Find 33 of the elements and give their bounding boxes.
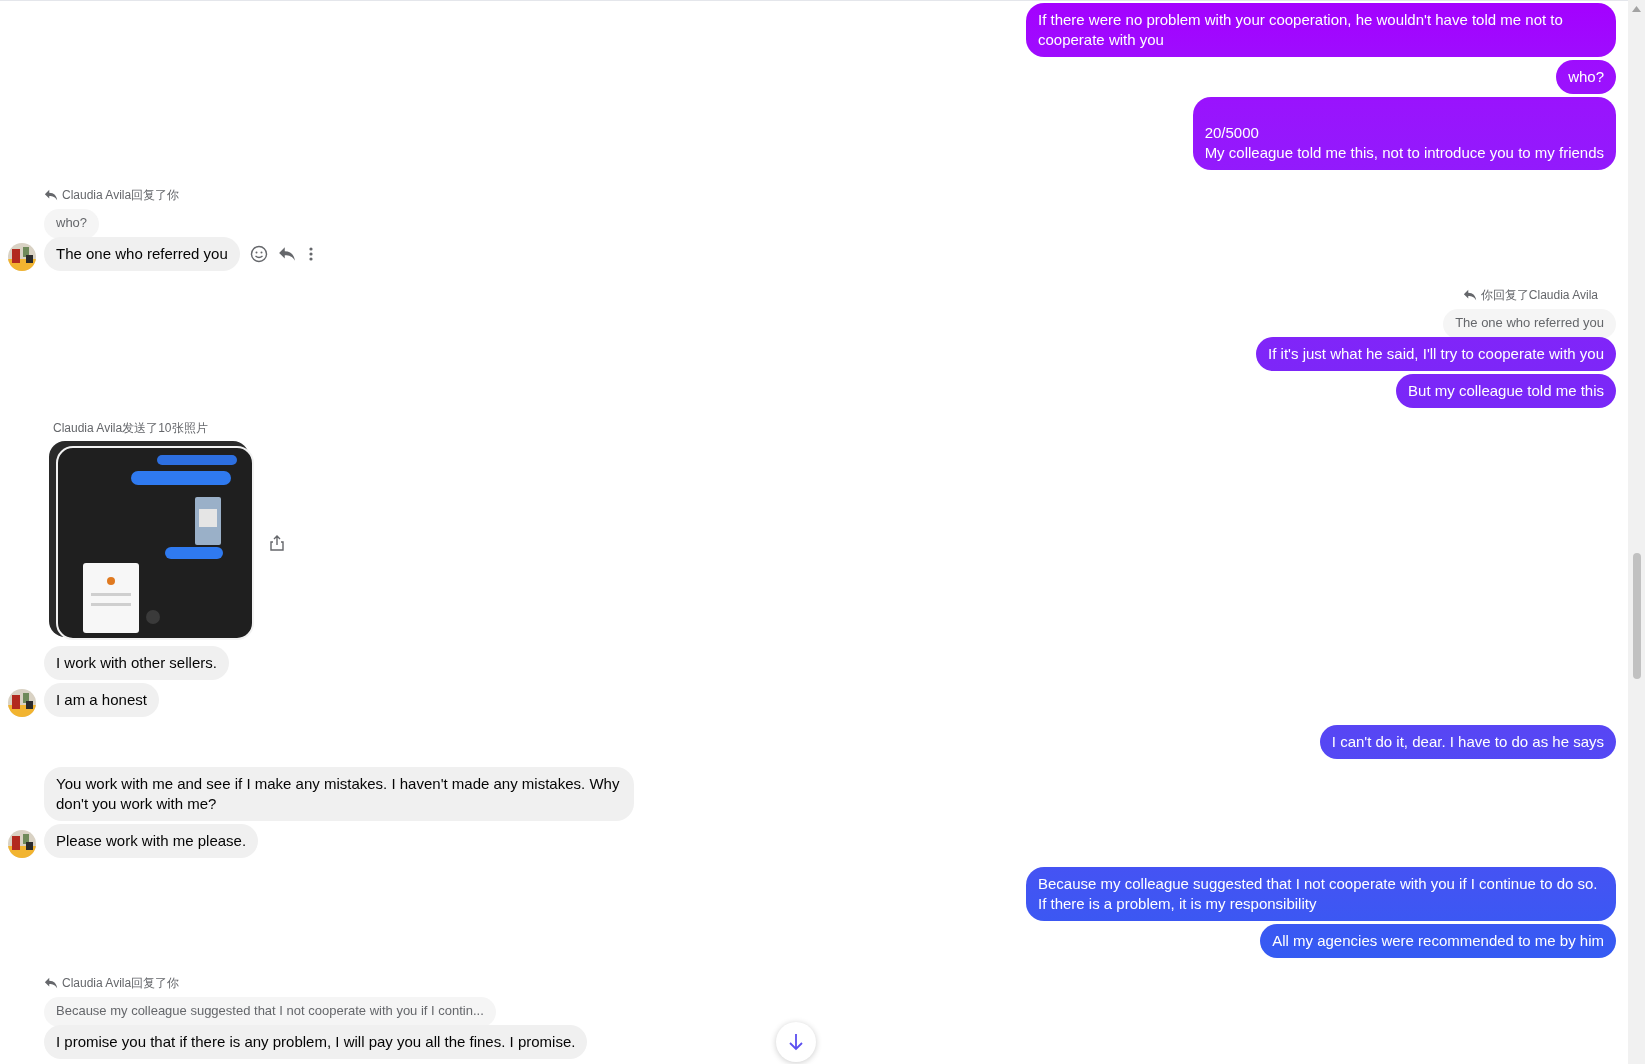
reply-header: 你回复了Claudia Avila [1480,287,1598,303]
sent-message: who? [1556,60,1616,94]
scroll-down-button[interactable] [776,1022,816,1062]
received-message: I am a honest [44,683,159,717]
emoji-icon[interactable] [249,245,268,263]
reply-header: Claudia Avila回复了你 [62,975,180,991]
reply-icon [1462,288,1477,302]
sent-message: But my colleague told me this [1396,374,1616,408]
received-message: I promise you that if there is any problem, I will pay you all the fines. I promise. [44,1025,588,1059]
sent-message: Because my colleague suggested that I not cooperate with you if I continue to do so. If there is a problem, it is my responsibility [1026,867,1616,921]
received-message: Please work with me please. [44,824,259,858]
sent-message: If it's just what he said, I'll try to cooperate with you [1256,337,1616,371]
reply-icon [44,188,58,202]
avatar [8,243,36,271]
reply-header: Claudia Avila回复了你 [62,187,180,203]
avatar [8,689,36,717]
reply-icon [44,976,58,990]
sent-message: All my agencies were recommended to me by him [1260,924,1616,958]
sent-message: If there were no problem with your cooperation, he wouldn't have told me not to cooperate with you [1026,3,1616,57]
received-message: I work with other sellers. [44,646,229,680]
received-message: You work with me and see if I make any mistakes. I haven't made any mistakes. Why don't you work with me? [44,767,634,821]
sent-message: I can't do it, dear. I have to do as he says [1319,725,1616,759]
share-icon[interactable] [270,535,284,551]
quoted-message: who? [44,209,100,239]
arrow-down-icon [788,1033,804,1051]
reply-icon[interactable] [277,245,296,263]
quoted-message: The one who referred you [1443,309,1616,339]
scroll-thumb[interactable] [1632,553,1641,679]
received-message: The one who referred you [44,237,240,271]
quoted-message: Because my colleague suggested that I not cooperate with you if I contin... [44,997,496,1027]
sent-message: 20/5000 My colleague told me this, not to introduce you to my friends [1192,97,1616,170]
avatar [8,830,36,858]
photos-caption: Claudia Avila发送了10张照片 [53,420,208,436]
